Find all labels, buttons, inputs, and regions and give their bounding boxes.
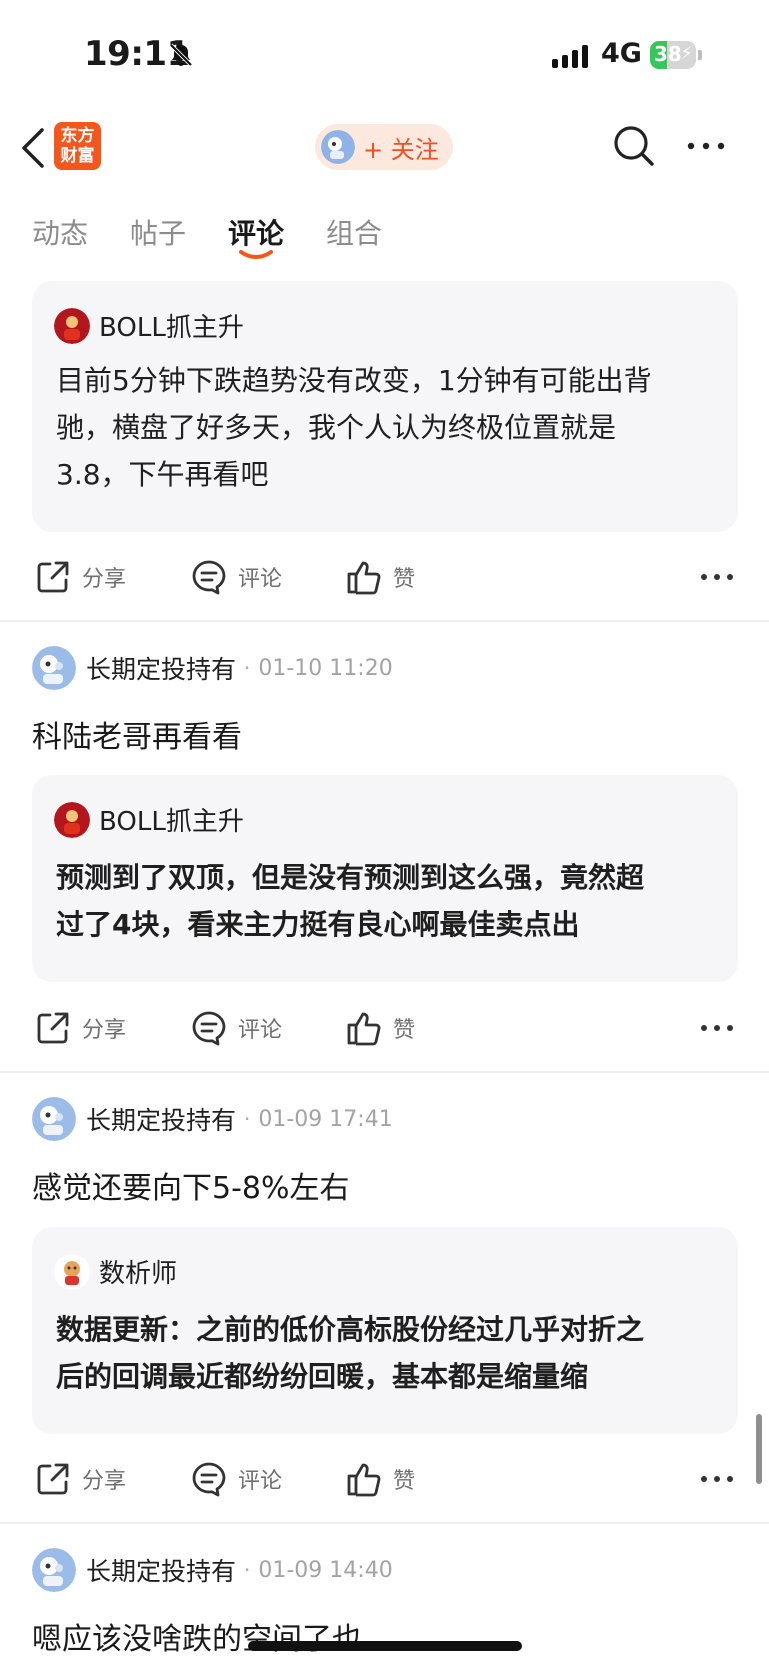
quote-line: 过了4块，看来主力挺有良心啊最佳卖点出 (56, 908, 580, 941)
post-text[interactable]: 科陆老哥再看看 (32, 712, 242, 756)
quote-line: 驰，横盘了好多天，我个人认为终极位置就是 (56, 411, 617, 444)
like-label: 赞 (393, 1469, 416, 1494)
home-indicator[interactable] (248, 1641, 522, 1651)
user-avatar[interactable] (32, 646, 76, 690)
post-text[interactable]: 嗯应该没啥跌的空间了也 (32, 1614, 362, 1658)
logo-line-2: 财富 (60, 146, 95, 166)
post-divider (0, 1071, 769, 1073)
tab-dynamics[interactable]: 动态 (32, 212, 88, 252)
quoted-post[interactable]: BOLL抓主升 预测到了双顶，但是没有预测到这么强，竟然超 过了4块，看来主力挺… (32, 775, 738, 982)
username[interactable]: 长期定投持有 (86, 650, 236, 686)
share-button[interactable]: 分享 (34, 1451, 126, 1507)
thumbs-up-icon (347, 1463, 381, 1497)
like-button[interactable]: 赞 (345, 1000, 415, 1056)
active-tab-indicator (239, 250, 273, 259)
battery-percent: 38 (654, 42, 682, 66)
author-avatar (54, 307, 90, 344)
post-text[interactable]: 感觉还要向下5-8%左右 (32, 1163, 350, 1207)
battery-icon: 38 ⚡ (650, 41, 696, 69)
user-avatar[interactable] (32, 1548, 76, 1592)
battery-cap (698, 50, 702, 60)
comment-icon (192, 1462, 226, 1497)
post-time: 01-10 11:20 (258, 655, 393, 681)
comment-icon (192, 1011, 226, 1046)
post-time: 01-09 14:40 (258, 1557, 393, 1583)
post-divider (0, 620, 769, 622)
like-label: 赞 (393, 567, 416, 592)
user-avatar[interactable] (32, 1097, 76, 1141)
tab-portfolio[interactable]: 组合 (326, 212, 382, 252)
share-button[interactable]: 分享 (34, 549, 126, 605)
author-avatar (54, 801, 90, 838)
more-options-icon[interactable] (686, 136, 726, 156)
quote-author-name: BOLL抓主升 (99, 807, 244, 837)
quote-line: 预测到了双顶，但是没有预测到这么强，竟然超 (56, 861, 645, 894)
search-icon[interactable] (612, 124, 656, 168)
quote-line: 后的回调最近都纷纷回暖，基本都是缩量缩 (56, 1360, 589, 1393)
quote-author-name: BOLL抓主升 (99, 313, 244, 343)
cellular-signal-icon (552, 44, 588, 68)
comment-label: 评论 (238, 1469, 283, 1494)
share-label: 分享 (82, 1018, 127, 1043)
scrollbar[interactable] (756, 1414, 762, 1484)
share-label: 分享 (82, 567, 127, 592)
charging-bolt-icon: ⚡ (680, 43, 693, 64)
separator-dot: · (244, 656, 251, 680)
quote-line: 数据更新：之前的低价高标股份经过几乎对折之 (56, 1313, 645, 1346)
like-button[interactable]: 赞 (345, 549, 415, 605)
separator-dot: · (244, 1558, 251, 1582)
action-bar: 分享 评论 赞 (0, 1000, 769, 1056)
author-avatar (54, 1253, 90, 1290)
quoted-post[interactable]: BOLL抓主升 目前5分钟下跌趋势没有改变，1分钟有可能出背 驰，横盘了好多天，… (32, 281, 738, 532)
action-bar: 分享 评论 赞 (0, 549, 769, 605)
username[interactable]: 长期定投持有 (86, 1552, 236, 1588)
quote-text: 数据更新：之前的低价高标股份经过几乎对折之 后的回调最近都纷纷回暖，基本都是缩量… (56, 1306, 720, 1400)
thumbs-up-icon (347, 1012, 381, 1046)
quote-text: 目前5分钟下跌趋势没有改变，1分钟有可能出背 驰，横盘了好多天，我个人认为终极位… (56, 357, 720, 498)
comment-button[interactable]: 评论 (190, 549, 282, 605)
tab-posts[interactable]: 帖子 (130, 212, 186, 252)
comment-button[interactable]: 评论 (190, 1451, 282, 1507)
quoted-post[interactable]: 数析师 数据更新：之前的低价高标股份经过几乎对折之 后的回调最近都纷纷回暖，基本… (32, 1227, 738, 1434)
separator-dot: · (244, 1107, 251, 1131)
follow-label: + 关注 (363, 135, 439, 164)
post-header: 长期定投持有 · 01-09 14:40 (32, 1548, 393, 1592)
share-label: 分享 (82, 1469, 127, 1494)
more-options-icon[interactable] (700, 1018, 734, 1038)
comment-icon (192, 560, 226, 595)
share-icon (37, 1012, 69, 1044)
quote-line: 3.8，下午再看吧 (56, 458, 269, 491)
bell-muted-icon (169, 43, 193, 67)
logo-line-1: 东方 (60, 126, 95, 146)
comment-label: 评论 (238, 567, 283, 592)
share-icon (37, 1463, 69, 1495)
comment-button[interactable]: 评论 (190, 1000, 282, 1056)
share-button[interactable]: 分享 (34, 1000, 126, 1056)
more-options-icon[interactable] (700, 1469, 734, 1489)
quote-author-name: 数析师 (99, 1259, 178, 1289)
post-header: 长期定投持有 · 01-09 17:41 (32, 1097, 393, 1141)
post-time: 01-09 17:41 (258, 1106, 393, 1132)
thumbs-up-icon (347, 561, 381, 595)
eastmoney-logo: 东方 财富 (54, 122, 101, 170)
quote-line: 目前5分钟下跌趋势没有改变，1分钟有可能出背 (56, 364, 652, 397)
like-button[interactable]: 赞 (345, 1451, 415, 1507)
quote-text: 预测到了双顶，但是没有预测到这么强，竟然超 过了4块，看来主力挺有良心啊最佳卖点… (56, 854, 720, 948)
action-bar: 分享 评论 赞 (0, 1451, 769, 1507)
back-arrow-icon[interactable] (18, 126, 48, 170)
follow-button[interactable]: + 关注 (315, 124, 453, 170)
tab-comments[interactable]: 评论 (228, 212, 284, 252)
network-type: 4G (601, 38, 642, 69)
like-label: 赞 (393, 1018, 416, 1043)
post-header: 长期定投持有 · 01-10 11:20 (32, 646, 393, 690)
comment-label: 评论 (238, 1018, 283, 1043)
user-avatar (321, 130, 355, 164)
username[interactable]: 长期定投持有 (86, 1101, 236, 1137)
more-options-icon[interactable] (700, 567, 734, 587)
share-icon (37, 561, 69, 593)
post-divider (0, 1522, 769, 1524)
